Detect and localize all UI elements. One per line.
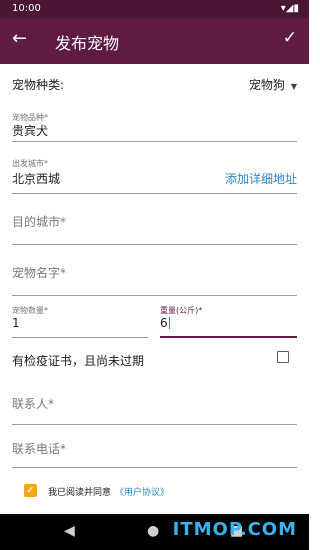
user-agreement-link[interactable]: 《用户协议》 (115, 488, 169, 498)
pet-name-underline (12, 295, 297, 296)
confirm-check-icon[interactable]: ✓ (283, 28, 297, 48)
quarantine-checkbox[interactable] (277, 351, 289, 363)
agreement-checkbox[interactable]: ✓ (24, 484, 37, 497)
phone-placeholder: 联系电话* (12, 442, 67, 456)
origin-underline (12, 193, 297, 194)
destination-city-placeholder: 目的城市* (12, 215, 67, 229)
pet-count-field[interactable]: 宠物数量* 1 (12, 302, 148, 338)
phone-field[interactable]: 联系电话* (12, 432, 297, 468)
pet-type-value: 宠物狗 (248, 78, 285, 92)
breed-underline (12, 141, 297, 142)
pet-name-field[interactable]: 宠物名字* (12, 260, 297, 296)
quarantine-row: 有检疫证书，且尚未过期 (12, 350, 297, 370)
contact-placeholder: 联系人* (12, 397, 55, 411)
origin-city-label: 出发城市* (12, 159, 48, 168)
destination-underline (12, 244, 297, 245)
quarantine-label: 有检疫证书，且尚未过期 (12, 354, 145, 368)
text-cursor (168, 317, 170, 329)
status-bar: 10:00 ▾◢▮ (0, 0, 309, 18)
pet-name-placeholder: 宠物名字* (12, 266, 67, 280)
page-title: 发布宠物 (55, 34, 120, 53)
status-time: 10:00 (12, 3, 41, 14)
contact-field[interactable]: 联系人* (12, 389, 297, 425)
nav-home-icon[interactable]: ● (147, 523, 159, 539)
pet-type-select[interactable]: 宠物狗 ▼ (249, 76, 297, 93)
system-nav-bar: ◀ ● ■ ITMOP.COM (0, 514, 309, 550)
dropdown-arrow-icon: ▼ (290, 82, 297, 91)
weight-field[interactable]: 重量(公斤)* 6 (160, 302, 297, 338)
pet-count-label: 宠物数量* (12, 306, 48, 315)
destination-city-field[interactable]: 目的城市* (12, 209, 297, 245)
origin-city-value: 北京西城 (12, 172, 61, 186)
back-arrow-icon[interactable]: ← (12, 28, 27, 49)
contact-underline (12, 424, 297, 425)
pet-type-label: 宠物种类: (12, 78, 65, 92)
app-bar: ← 发布宠物 ✓ (0, 18, 309, 64)
form: 宠物种类: 宠物狗 ▼ 宠物品种* 贵宾犬 出发城市* 北京西城 添加详细地址 目… (0, 64, 309, 514)
agreement-text: 我已阅读并同意 (48, 488, 112, 498)
phone-underline (12, 467, 297, 468)
weight-underline (160, 336, 297, 338)
breed-value: 贵宾犬 (12, 124, 49, 138)
nav-back-icon[interactable]: ◀ (64, 523, 75, 539)
pet-count-value: 1 (12, 316, 20, 330)
pet-type-row: 宠物种类: 宠物狗 ▼ (12, 64, 297, 100)
weight-value: 6 (160, 316, 168, 330)
agreement-row: ✓ 我已阅读并同意 《用户协议》 (24, 484, 284, 500)
add-detail-address-link[interactable]: 添加详细地址 (225, 170, 297, 187)
status-icons: ▾◢▮ (280, 3, 299, 14)
breed-field[interactable]: 宠物品种* 贵宾犬 (12, 108, 297, 142)
origin-city-field[interactable]: 出发城市* 北京西城 添加详细地址 (12, 158, 297, 194)
weight-label: 重量(公斤)* (160, 306, 203, 315)
watermark-logo: ITMOP.COM (172, 519, 297, 540)
pet-count-underline (12, 337, 148, 338)
